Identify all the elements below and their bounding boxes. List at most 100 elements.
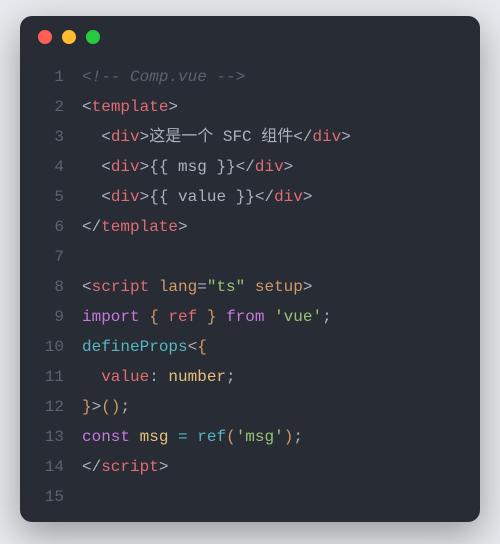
token-punct: < [188, 338, 198, 356]
code-line: 12}>(); [20, 392, 480, 422]
token-ident: ref [159, 308, 207, 326]
token-tag: script [92, 278, 150, 296]
line-number: 7 [20, 242, 82, 272]
window-titlebar [20, 16, 480, 58]
token-punct: </ [82, 218, 101, 236]
token-bracket: ( [101, 398, 111, 416]
line-number: 1 [20, 62, 82, 92]
code-line: 2<template> [20, 92, 480, 122]
token-type: number [168, 368, 226, 386]
token-punct: > [303, 188, 313, 206]
token-punct: > [341, 128, 351, 146]
code-content: const msg = ref('msg'); [82, 422, 480, 452]
line-number: 6 [20, 212, 82, 242]
token-keyword: from [226, 308, 264, 326]
token-func: ref [197, 428, 226, 446]
token-punct: </ [293, 128, 312, 146]
code-line: 4 <div>{{ msg }}</div> [20, 152, 480, 182]
code-editor: 1<!-- Comp.vue -->2<template>3 <div>这是一个… [20, 58, 480, 522]
code-content: </template> [82, 212, 480, 242]
close-icon[interactable] [38, 30, 52, 44]
line-number: 3 [20, 122, 82, 152]
line-number: 2 [20, 92, 82, 122]
token-punct: ; [120, 398, 130, 416]
code-line: 7 [20, 242, 480, 272]
token-punct: 这是一个 SFC 组件 [149, 128, 293, 146]
code-content: <script lang="ts" setup> [82, 272, 480, 302]
line-number: 13 [20, 422, 82, 452]
token-punct: > [159, 458, 169, 476]
code-line: 3 <div>这是一个 SFC 组件</div> [20, 122, 480, 152]
token-punct: > [140, 128, 150, 146]
token-punct [245, 278, 255, 296]
token-bracket: } [207, 308, 217, 326]
token-punct: > [303, 278, 313, 296]
token-punct [140, 308, 150, 326]
token-tag: template [92, 98, 169, 116]
token-tag: div [111, 188, 140, 206]
token-punct: < [101, 188, 111, 206]
token-punct: < [82, 278, 92, 296]
code-content: </script> [82, 452, 480, 482]
code-line: 11 value: number; [20, 362, 480, 392]
token-punct [130, 428, 140, 446]
token-tag: div [111, 128, 140, 146]
code-content: <template> [82, 92, 480, 122]
code-line: 15 [20, 482, 480, 512]
token-keyword: const [82, 428, 130, 446]
code-content: <!-- Comp.vue --> [82, 62, 480, 92]
token-punct: ; [293, 428, 303, 446]
token-type: msg [140, 428, 169, 446]
code-line: 6</template> [20, 212, 480, 242]
token-punct: < [101, 158, 111, 176]
token-punct: > [178, 218, 188, 236]
minimize-icon[interactable] [62, 30, 76, 44]
line-number: 11 [20, 362, 82, 392]
token-bracket: { [149, 308, 159, 326]
token-string: "ts" [207, 278, 245, 296]
token-comment: <!-- Comp.vue --> [82, 68, 245, 86]
token-tag: div [111, 158, 140, 176]
token-punct: = [197, 278, 207, 296]
token-punct [188, 428, 198, 446]
code-content: <div>{{ msg }}</div> [82, 152, 480, 182]
code-content: }>(); [82, 392, 480, 422]
token-tag: script [101, 458, 159, 476]
token-punct: ; [226, 368, 236, 386]
token-func: defineProps [82, 338, 188, 356]
maximize-icon[interactable] [86, 30, 100, 44]
token-punct: > [92, 398, 102, 416]
token-punct: ; [322, 308, 332, 326]
token-punct: </ [255, 188, 274, 206]
token-punct: : [149, 368, 168, 386]
token-func: = [178, 428, 188, 446]
code-content [82, 482, 480, 512]
token-ident: value [101, 368, 149, 386]
token-keyword: import [82, 308, 140, 326]
line-number: 8 [20, 272, 82, 302]
token-tag: div [255, 158, 284, 176]
token-punct: < [82, 98, 92, 116]
code-line: 1<!-- Comp.vue --> [20, 62, 480, 92]
line-number: 9 [20, 302, 82, 332]
token-bracket: ( [226, 428, 236, 446]
token-punct: </ [236, 158, 255, 176]
code-line: 14</script> [20, 452, 480, 482]
token-punct: > [168, 98, 178, 116]
code-content: import { ref } from 'vue'; [82, 302, 480, 332]
token-tag: div [274, 188, 303, 206]
line-number: 15 [20, 482, 82, 512]
line-number: 5 [20, 182, 82, 212]
token-attr: setup [255, 278, 303, 296]
token-bracket: ) [111, 398, 121, 416]
code-line: 13const msg = ref('msg'); [20, 422, 480, 452]
token-bracket: { [197, 338, 207, 356]
code-line: 8<script lang="ts" setup> [20, 272, 480, 302]
token-bracket: ) [284, 428, 294, 446]
token-punct: < [101, 128, 111, 146]
token-tag: template [101, 218, 178, 236]
token-punct: {{ msg }} [149, 158, 235, 176]
line-number: 4 [20, 152, 82, 182]
line-number: 14 [20, 452, 82, 482]
token-tag: div [312, 128, 341, 146]
